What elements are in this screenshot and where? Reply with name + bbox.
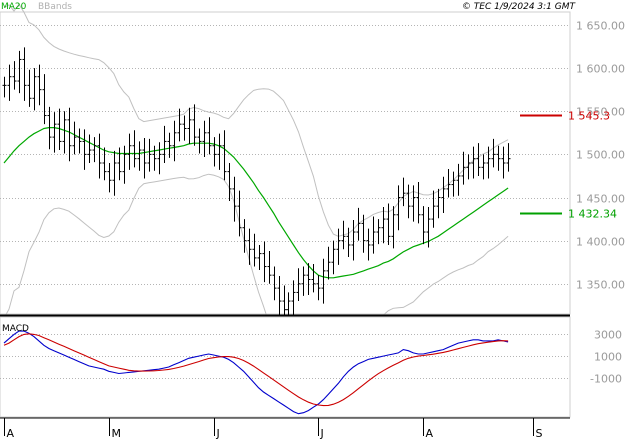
legend-ma20: MA20 bbox=[1, 2, 27, 12]
support-level-label: 1 432.34 bbox=[568, 208, 617, 221]
month-label: M bbox=[112, 427, 122, 440]
month-label: J bbox=[320, 427, 324, 440]
macd-tick-label: 3000 bbox=[594, 329, 622, 342]
price-tick-label: 1 650.00 bbox=[576, 20, 625, 33]
month-label: A bbox=[7, 427, 15, 440]
month-label: A bbox=[426, 427, 434, 440]
chart-canvas: 1 650.001 600.001 550.001 500.001 450.00… bbox=[0, 2, 625, 440]
month-label: J bbox=[216, 427, 220, 440]
price-tick-label: 1 350.00 bbox=[576, 279, 625, 292]
macd-plot-frame bbox=[0, 316, 571, 418]
price-tick-label: 1 600.00 bbox=[576, 63, 625, 76]
macd-y-axis: 3000 1000 -1000 bbox=[590, 329, 622, 386]
macd-title: MACD bbox=[2, 324, 29, 334]
macd-panel: 3000 1000 -1000 MACD bbox=[0, 316, 622, 418]
x-axis: AMJJAS bbox=[4, 418, 543, 440]
macd-tick-label: 1000 bbox=[594, 351, 622, 364]
macd-tick-label: -1000 bbox=[590, 373, 622, 386]
copyright-label: © TEC 1/9/2024 3:1 GMT bbox=[462, 2, 577, 12]
price-tick-label: 1 500.00 bbox=[576, 149, 625, 162]
legend-bbands: BBands bbox=[38, 2, 72, 12]
price-tick-label: 1 400.00 bbox=[576, 236, 625, 249]
resistance-level-label: 1 545.3 bbox=[568, 110, 610, 123]
month-label: S bbox=[536, 427, 543, 440]
price-y-axis: 1 650.001 600.001 550.001 500.001 450.00… bbox=[576, 20, 625, 292]
price-tick-label: 1 450.00 bbox=[576, 193, 625, 206]
